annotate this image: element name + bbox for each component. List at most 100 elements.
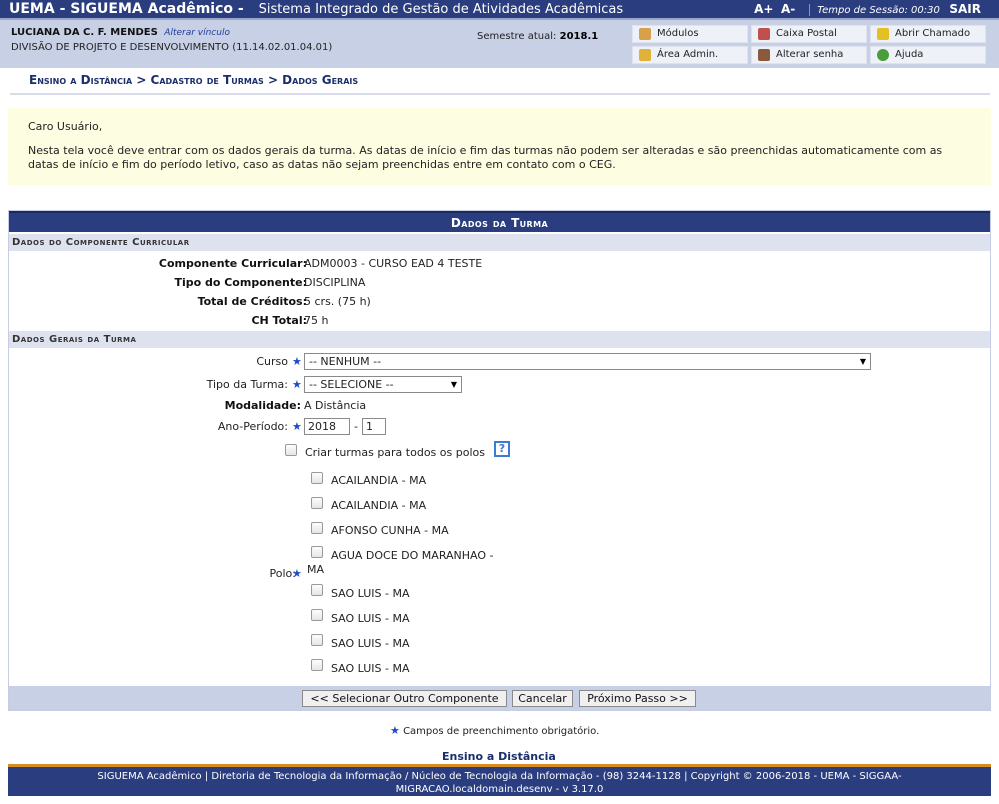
criar-todos-label: Criar turmas para todos os polos bbox=[305, 446, 485, 459]
periodo-input[interactable]: 1 bbox=[362, 418, 386, 435]
polo-label-item: SAO LUIS - MA bbox=[331, 612, 410, 625]
info-message: Caro Usuário, Nesta tela você deve entra… bbox=[8, 108, 991, 185]
alterar-senha-label: Alterar senha bbox=[776, 49, 844, 60]
modalidade-label: Modalidade: bbox=[224, 399, 301, 412]
chevron-down-icon: ▼ bbox=[859, 357, 866, 366]
abrir-chamado-label: Abrir Chamado bbox=[895, 28, 971, 39]
ch-total-label: CH Total: bbox=[251, 314, 307, 327]
form-title: Dados da Turma bbox=[9, 211, 990, 232]
ajuda-button[interactable]: Ajuda bbox=[870, 46, 986, 64]
breadcrumb-divider bbox=[10, 93, 990, 95]
periodo-separator: - bbox=[354, 420, 358, 433]
footer: SIGUEMA Acadêmico | Diretoria de Tecnolo… bbox=[8, 764, 991, 796]
curso-selected: -- NENHUM -- bbox=[309, 355, 382, 368]
polo-label-item: SAO LUIS - MA bbox=[331, 637, 410, 650]
user-name-row: LUCIANA DA C. F. MENDES Alterar vínculo bbox=[11, 27, 230, 38]
polo-checkbox[interactable] bbox=[311, 659, 323, 671]
current-semester: Semestre atual: 2018.1 bbox=[477, 31, 598, 42]
modulos-button[interactable]: Módulos bbox=[632, 25, 748, 43]
session-controls: A+ A- Tempo de Sessão: 00:30 SAIR bbox=[754, 0, 981, 20]
section-dados-gerais: Dados Gerais da Turma bbox=[9, 331, 990, 348]
polo-checkbox[interactable] bbox=[311, 634, 323, 646]
ano-input[interactable]: 2018 bbox=[304, 418, 350, 435]
chevron-down-icon: ▼ bbox=[450, 380, 457, 389]
user-name: LUCIANA DA C. F. MENDES bbox=[11, 27, 158, 38]
ch-total-value: 75 h bbox=[304, 314, 329, 327]
componente-label: Componente Curricular: bbox=[158, 257, 307, 270]
logout-button[interactable]: SAIR bbox=[949, 2, 981, 16]
polo-label-item: AGUA DOCE DO MARANHAO - bbox=[331, 549, 494, 562]
tipo-turma-select[interactable]: -- SELECIONE -- ▼ bbox=[304, 376, 462, 393]
tipo-componente-value: DISCIPLINA bbox=[304, 276, 366, 289]
notice-text: Nesta tela você deve entrar com os dados… bbox=[28, 144, 943, 171]
footer-line-2: MIGRACAO.localdomain.desenv - v 3.17.0 bbox=[395, 784, 604, 795]
system-subtitle: Sistema Integrado de Gestão de Atividade… bbox=[258, 2, 624, 17]
breadcrumb: Ensino a Distância > Cadastro de Turmas … bbox=[29, 73, 359, 87]
curso-select[interactable]: -- NENHUM -- ▼ bbox=[304, 353, 871, 370]
session-timer: Tempo de Sessão: 00:30 bbox=[817, 5, 940, 16]
help-icon bbox=[877, 49, 889, 61]
polo-label-item: AFONSO CUNHA - MA bbox=[331, 524, 449, 537]
polo-checkbox[interactable] bbox=[311, 497, 323, 509]
font-decrease-button[interactable]: A- bbox=[781, 2, 795, 16]
polo-label-wrap: MA bbox=[307, 563, 325, 576]
top-bar: UEMA - SIGUEMA Acadêmico - Sistema Integ… bbox=[0, 0, 999, 18]
modules-icon bbox=[639, 28, 651, 40]
user-icon bbox=[758, 49, 770, 61]
key-icon bbox=[639, 49, 651, 61]
user-unit: DIVISÃO DE PROJETO E DESENVOLVIMENTO (11… bbox=[11, 42, 333, 53]
footer-link[interactable]: Ensino a Distância bbox=[442, 750, 556, 763]
ajuda-label: Ajuda bbox=[895, 49, 924, 60]
divider bbox=[808, 4, 810, 16]
required-star-icon: ★ bbox=[292, 355, 302, 368]
alterar-senha-button[interactable]: Alterar senha bbox=[751, 46, 867, 64]
required-star-icon: ★ bbox=[292, 567, 302, 580]
mailbox-icon bbox=[758, 28, 770, 40]
modulos-label: Módulos bbox=[657, 28, 699, 39]
polo-checkbox[interactable] bbox=[311, 546, 323, 558]
polo-label-item: ACAILANDIA - MA bbox=[331, 474, 427, 487]
cancel-button[interactable]: Cancelar bbox=[512, 690, 573, 707]
required-note-text: Campos de preenchimento obrigatório. bbox=[403, 726, 600, 737]
system-name: UEMA - SIGUEMA Acadêmico - bbox=[9, 1, 244, 17]
semester-label: Semestre atual: bbox=[477, 31, 557, 42]
componente-value: ADM0003 - CURSO EAD 4 TESTE bbox=[304, 257, 483, 270]
polo-label-item: SAO LUIS - MA bbox=[331, 587, 410, 600]
polo-label-item: ACAILANDIA - MA bbox=[331, 499, 427, 512]
form-actions: << Selecionar Outro Componente Cancelar … bbox=[9, 686, 990, 710]
footer-line-1: SIGUEMA Acadêmico | Diretoria de Tecnolo… bbox=[97, 771, 902, 782]
tipo-turma-label: Tipo da Turma: bbox=[206, 378, 288, 391]
change-link[interactable]: Alterar vínculo bbox=[164, 28, 230, 38]
tipo-turma-selected: -- SELECIONE -- bbox=[309, 378, 394, 391]
notice-greeting: Caro Usuário, bbox=[28, 120, 103, 133]
section-componente-curricular: Dados do Componente Curricular bbox=[9, 234, 990, 251]
required-star-icon: ★ bbox=[292, 420, 302, 433]
required-note: ★ Campos de preenchimento obrigatório. bbox=[390, 724, 599, 737]
user-info-bar: LUCIANA DA C. F. MENDES Alterar vínculo … bbox=[0, 18, 999, 68]
polo-checkbox[interactable] bbox=[311, 584, 323, 596]
next-step-button[interactable]: Próximo Passo >> bbox=[579, 690, 696, 707]
polo-checkbox[interactable] bbox=[311, 609, 323, 621]
required-star-icon: ★ bbox=[292, 378, 302, 391]
abrir-chamado-button[interactable]: Abrir Chamado bbox=[870, 25, 986, 43]
area-admin-button[interactable]: Área Admin. bbox=[632, 46, 748, 64]
semester-value: 2018.1 bbox=[559, 31, 599, 42]
required-star-icon: ★ bbox=[390, 724, 400, 737]
curso-label: Curso bbox=[256, 355, 288, 368]
tipo-componente-label: Tipo do Componente: bbox=[174, 276, 307, 289]
polo-checkbox[interactable] bbox=[311, 522, 323, 534]
system-title: UEMA - SIGUEMA Acadêmico - Sistema Integ… bbox=[9, 0, 623, 19]
help-icon[interactable]: ? bbox=[494, 441, 510, 457]
ano-periodo-label: Ano-Período: bbox=[217, 420, 288, 433]
area-admin-label: Área Admin. bbox=[657, 49, 719, 60]
ticket-icon bbox=[877, 28, 889, 40]
creditos-value: 5 crs. (75 h) bbox=[304, 295, 371, 308]
polo-label-item: SAO LUIS - MA bbox=[331, 662, 410, 675]
caixa-postal-button[interactable]: Caixa Postal bbox=[751, 25, 867, 43]
creditos-label: Total de Créditos: bbox=[197, 295, 307, 308]
font-increase-button[interactable]: A+ bbox=[754, 2, 773, 16]
caixa-postal-label: Caixa Postal bbox=[776, 28, 837, 39]
criar-todos-checkbox[interactable] bbox=[285, 444, 297, 456]
select-other-button[interactable]: << Selecionar Outro Componente bbox=[302, 690, 507, 707]
polo-checkbox[interactable] bbox=[311, 472, 323, 484]
